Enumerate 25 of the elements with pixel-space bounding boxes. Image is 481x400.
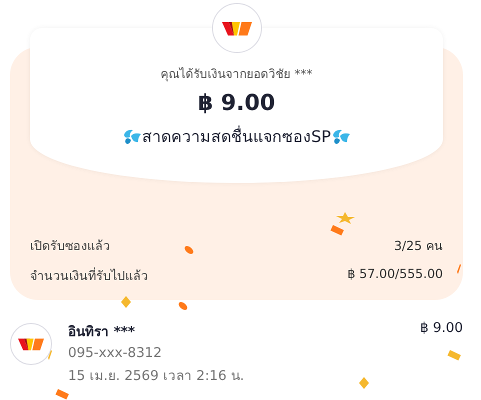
confetti-piece xyxy=(457,264,461,274)
droplets-icon xyxy=(122,128,142,146)
stat-label: จำนวนเงินที่รับไปแล้ว xyxy=(30,266,148,285)
confetti-piece xyxy=(178,302,188,310)
phone-number: 095-xxx-8312 xyxy=(68,345,162,361)
stat-value: 3/25 คน xyxy=(394,237,443,255)
confetti-piece xyxy=(330,225,344,236)
stat-value: ฿ 57.00/555.00 xyxy=(347,266,443,283)
confetti-piece xyxy=(447,350,461,360)
amount-text: ฿ 9.00 xyxy=(198,91,276,116)
confetti-piece xyxy=(48,350,52,360)
confetti-piece xyxy=(55,389,69,400)
logo-icon xyxy=(222,19,252,37)
confetti-piece xyxy=(121,296,131,308)
recipient-name: อินทิรา *** xyxy=(68,323,135,342)
stat-label: เปิดรับซองแล้ว xyxy=(30,237,110,255)
received-amount: ฿ 9.00 xyxy=(420,320,463,336)
confetti-piece xyxy=(184,246,194,254)
timestamp: 15 เม.ย. 2569 เวลา 2:16 น. xyxy=(68,367,244,386)
confetti-piece xyxy=(336,212,355,224)
sender-message: คุณได้รับเงินจากยอดวิชัย *** xyxy=(160,66,312,83)
confetti-piece xyxy=(359,377,369,389)
logo-icon xyxy=(18,336,44,352)
blessing-text: สาดความสดชื่นแจกซองSP xyxy=(142,124,331,148)
droplets-icon xyxy=(330,128,351,146)
